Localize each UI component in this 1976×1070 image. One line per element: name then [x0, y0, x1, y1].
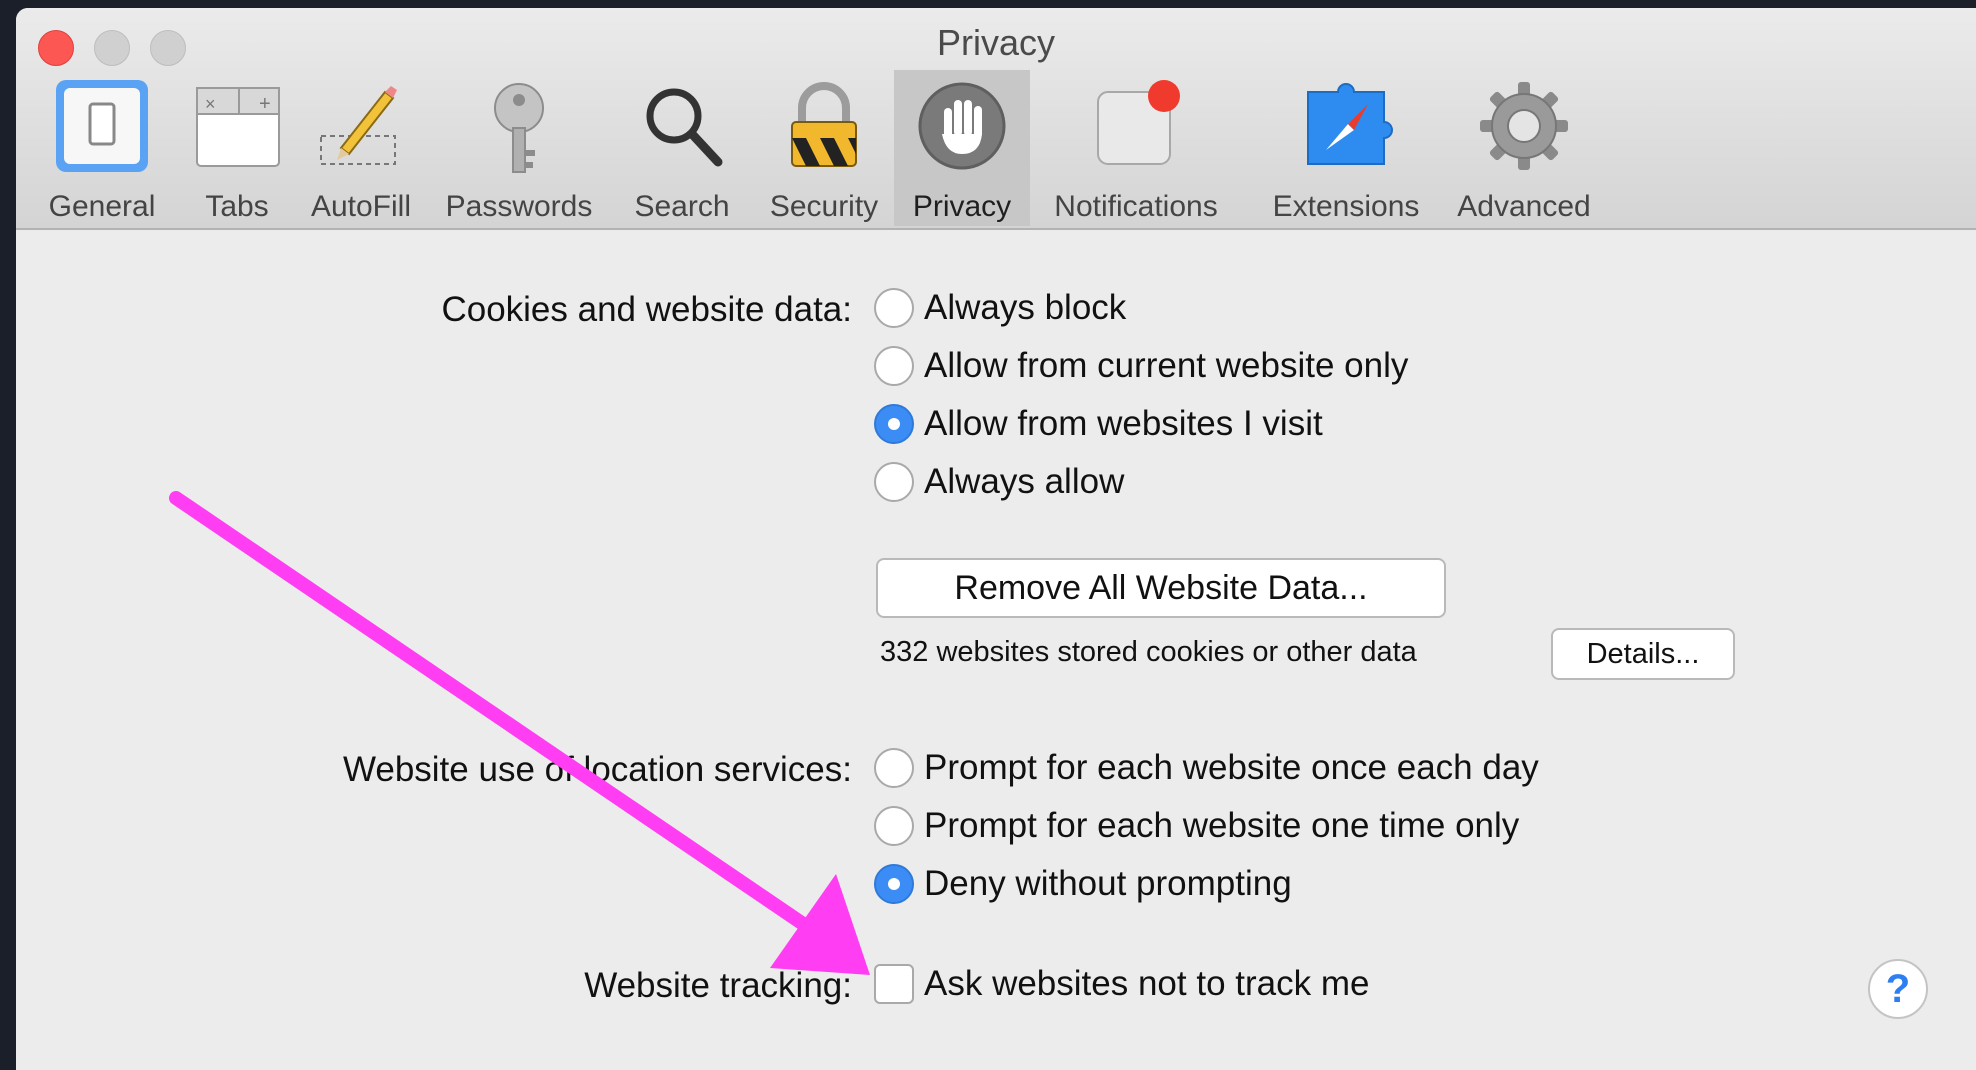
annotation-arrow: [169, 491, 870, 975]
